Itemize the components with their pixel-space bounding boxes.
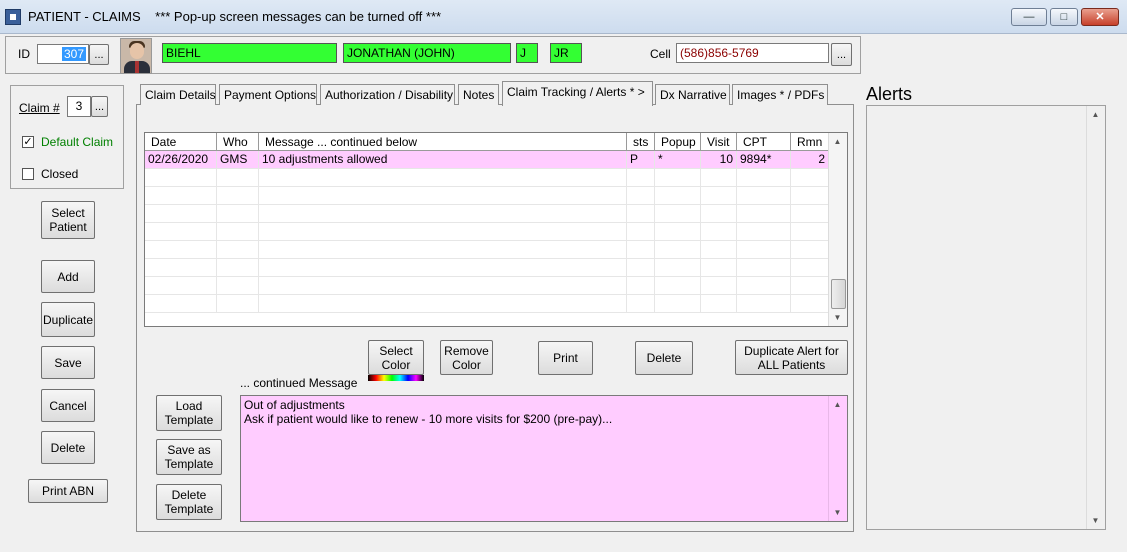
scroll-down-icon[interactable]: ▼ bbox=[1087, 512, 1104, 529]
column-header-cpt[interactable]: CPT bbox=[737, 133, 791, 151]
maximize-button[interactable]: □ bbox=[1050, 8, 1078, 26]
scroll-up-icon[interactable]: ▲ bbox=[829, 396, 846, 413]
delete-claim-button[interactable]: Delete bbox=[41, 431, 95, 464]
window-title-text: PATIENT - CLAIMS bbox=[28, 9, 141, 24]
patient-photo bbox=[120, 38, 152, 74]
column-header-date[interactable]: Date bbox=[145, 133, 217, 151]
duplicate-alert-all-button[interactable]: Duplicate Alert for ALL Patients bbox=[735, 340, 848, 375]
table-row[interactable] bbox=[145, 205, 829, 223]
window-title: PATIENT - CLAIMS *** Pop-up screen messa… bbox=[28, 9, 441, 24]
cancel-button[interactable]: Cancel bbox=[41, 389, 95, 422]
column-header-who[interactable]: Who bbox=[217, 133, 259, 151]
first-name-field[interactable]: JONATHAN (JOHN) bbox=[343, 43, 511, 63]
add-button[interactable]: Add bbox=[41, 260, 95, 293]
claim-number-field[interactable]: 3 bbox=[67, 96, 91, 117]
duplicate-button[interactable]: Duplicate bbox=[41, 302, 95, 337]
scroll-up-icon[interactable]: ▲ bbox=[829, 133, 846, 150]
table-row[interactable]: 02/26/2020 GMS 10 adjustments allowed P … bbox=[145, 151, 829, 169]
save-as-template-button[interactable]: Save as Template bbox=[156, 439, 222, 475]
column-header-visit[interactable]: Visit bbox=[701, 133, 737, 151]
tab-claim-tracking-alerts[interactable]: Claim Tracking / Alerts * > bbox=[502, 81, 653, 106]
id-field[interactable]: 307 bbox=[37, 44, 89, 64]
memo-line-1: Out of adjustments bbox=[244, 398, 345, 412]
alerts-list[interactable]: ▲ ▼ bbox=[866, 105, 1106, 530]
save-button[interactable]: Save bbox=[41, 346, 95, 379]
cell-rmn: 2 bbox=[791, 151, 829, 169]
memo-scrollbar[interactable]: ▲ ▼ bbox=[828, 396, 847, 521]
continued-message-label: ... continued Message bbox=[240, 376, 358, 390]
scroll-up-icon[interactable]: ▲ bbox=[1087, 106, 1104, 123]
print-abn-button[interactable]: Print ABN bbox=[28, 479, 108, 503]
default-claim-checkbox[interactable]: ✓ bbox=[22, 136, 34, 148]
column-header-popup[interactable]: Popup bbox=[655, 133, 701, 151]
table-row[interactable] bbox=[145, 223, 829, 241]
message-memo-field[interactable]: Out of adjustments Ask if patient would … bbox=[240, 395, 848, 522]
column-header-rmn[interactable]: Rmn bbox=[791, 133, 829, 151]
cell-visit: 10 bbox=[701, 151, 737, 169]
alerts-scrollbar[interactable]: ▲ ▼ bbox=[1086, 106, 1105, 529]
cell-label: Cell bbox=[650, 47, 671, 61]
tab-payment-options[interactable]: Payment Options bbox=[219, 84, 317, 105]
memo-line-2: Ask if patient would like to renew - 10 … bbox=[244, 412, 613, 426]
column-header-message[interactable]: Message ... continued below bbox=[259, 133, 627, 151]
scroll-thumb[interactable] bbox=[831, 279, 846, 309]
table-row[interactable] bbox=[145, 187, 829, 205]
middle-initial-field[interactable]: J bbox=[516, 43, 538, 63]
tab-authorization-disability[interactable]: Authorization / Disability bbox=[320, 84, 455, 105]
app-icon bbox=[5, 9, 21, 25]
id-lookup-button[interactable]: ... bbox=[89, 44, 109, 65]
claim-number-label: Claim # bbox=[19, 101, 60, 115]
scroll-down-icon[interactable]: ▼ bbox=[829, 504, 846, 521]
cell-date: 02/26/2020 bbox=[145, 151, 217, 169]
window-subtitle: *** Pop-up screen messages can be turned… bbox=[155, 9, 442, 24]
cell-sts: P bbox=[627, 151, 655, 169]
cell-phone-button[interactable]: ... bbox=[831, 43, 852, 66]
remove-color-button[interactable]: Remove Color bbox=[440, 340, 493, 375]
load-template-button[interactable]: Load Template bbox=[156, 395, 222, 431]
table-row[interactable] bbox=[145, 259, 829, 277]
closed-checkbox[interactable] bbox=[22, 168, 34, 180]
id-value: 307 bbox=[61, 47, 86, 61]
tab-images-pdfs[interactable]: Images * / PDFs bbox=[732, 84, 828, 105]
tab-claim-details[interactable]: Claim Details bbox=[140, 84, 216, 105]
closed-label: Closed bbox=[41, 167, 79, 181]
cell-popup: * bbox=[655, 151, 701, 169]
minimize-button[interactable]: — bbox=[1011, 8, 1047, 26]
table-row[interactable] bbox=[145, 277, 829, 295]
table-row[interactable] bbox=[145, 169, 829, 187]
suffix-field[interactable]: JR bbox=[550, 43, 582, 63]
alerts-grid[interactable]: Date Who Message ... continued below sts… bbox=[144, 132, 848, 327]
claim-lookup-button[interactable]: ... bbox=[91, 96, 108, 117]
table-row[interactable] bbox=[145, 241, 829, 259]
select-color-button[interactable]: Select Color bbox=[368, 340, 424, 375]
grid-scrollbar[interactable]: ▲ ▼ bbox=[828, 133, 847, 326]
tab-dx-narrative[interactable]: Dx Narrative bbox=[655, 84, 730, 105]
close-button[interactable]: ✕ bbox=[1081, 8, 1119, 26]
alerts-title: Alerts bbox=[866, 84, 913, 104]
cell-cpt: 9894* bbox=[737, 151, 791, 169]
delete-alert-button[interactable]: Delete bbox=[635, 341, 693, 375]
color-swatch bbox=[368, 375, 424, 381]
delete-template-button[interactable]: Delete Template bbox=[156, 484, 222, 520]
id-label: ID bbox=[18, 47, 30, 61]
column-header-sts[interactable]: sts bbox=[627, 133, 655, 151]
cell-phone-field[interactable]: (586)856-5769 bbox=[676, 43, 829, 63]
print-button[interactable]: Print bbox=[538, 341, 593, 375]
table-row[interactable] bbox=[145, 295, 829, 313]
tab-notes[interactable]: Notes bbox=[458, 84, 499, 105]
cell-message: 10 adjustments allowed bbox=[259, 151, 627, 169]
last-name-field[interactable]: BIEHL bbox=[162, 43, 337, 63]
cell-who: GMS bbox=[217, 151, 259, 169]
scroll-down-icon[interactable]: ▼ bbox=[829, 309, 846, 326]
select-patient-button[interactable]: Select Patient bbox=[41, 201, 95, 239]
default-claim-label: Default Claim bbox=[41, 135, 114, 149]
